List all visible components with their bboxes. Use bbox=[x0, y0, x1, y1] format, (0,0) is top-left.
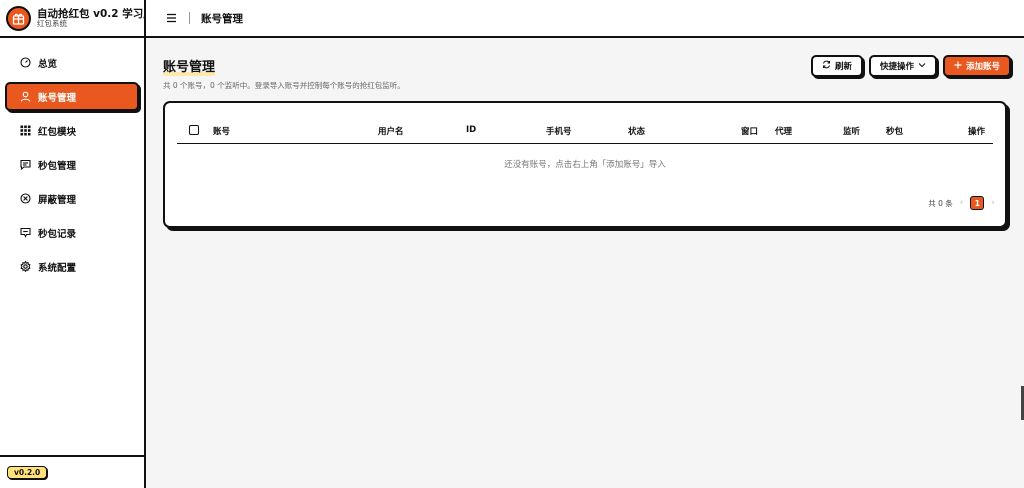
page-title: 账号管理 bbox=[163, 56, 216, 76]
column-header-phone[interactable]: 手机号 bbox=[546, 125, 572, 137]
dashboard-icon bbox=[20, 57, 31, 68]
refresh-button[interactable]: 刷新 bbox=[810, 55, 863, 77]
refresh-button-label: 刷新 bbox=[834, 62, 852, 72]
brand: 自动抢红包 v0.2 学习版 红包系统 bbox=[0, 0, 154, 38]
select-all-checkbox[interactable] bbox=[189, 125, 199, 135]
sidebar-nav: 总览 账号管理 红包模块 秒包管理 屏蔽管理 秒包记录 系统配置 bbox=[0, 38, 144, 281]
page-description: 共 0 个账号，0 个监听中。登录导入账号并控制每个账号的抢红包监听。 bbox=[163, 81, 405, 90]
table-empty-state: 还没有账号，点击右上角「添加账号」导入 bbox=[504, 160, 666, 170]
user-icon bbox=[20, 91, 31, 102]
app-title: 自动抢红包 v0.2 学习版 bbox=[37, 7, 154, 20]
column-header-status[interactable]: 状态 bbox=[628, 125, 645, 137]
add-account-button[interactable]: 添加账号 bbox=[942, 55, 1011, 77]
column-header-account[interactable]: 账号 bbox=[213, 125, 230, 137]
main-content: 账号管理 共 0 个账号，0 个监听中。登录导入账号并控制每个账号的抢红包监听。… bbox=[146, 38, 1024, 488]
app-subtitle: 红包系统 bbox=[37, 18, 67, 28]
sidebar-footer: v0.2.0 bbox=[0, 455, 144, 488]
quick-actions-dropdown[interactable]: 快捷操作 bbox=[868, 55, 937, 77]
sidebar-item-accounts[interactable]: 账号管理 bbox=[5, 82, 139, 111]
block-icon bbox=[20, 193, 31, 204]
gear-icon bbox=[20, 261, 31, 272]
sidebar-item-block[interactable]: 屏蔽管理 bbox=[5, 184, 139, 213]
accounts-table-card: 账号 用户名 ID 手机号 状态 窗口 代理 监听 秒包 操作 还没有账号，点击… bbox=[163, 101, 1007, 228]
menu-toggle-icon[interactable] bbox=[166, 13, 178, 23]
sidebar-item-label: 秒包管理 bbox=[38, 160, 77, 172]
column-header-username[interactable]: 用户名 bbox=[378, 125, 404, 137]
message-icon bbox=[20, 159, 31, 170]
sidebar-item-redpacket[interactable]: 红包模块 bbox=[5, 116, 139, 145]
sidebar-item-label: 秒包记录 bbox=[38, 228, 77, 240]
sidebar-item-instant[interactable]: 秒包管理 bbox=[5, 150, 139, 179]
refresh-icon bbox=[822, 60, 831, 72]
version-badge: v0.2.0 bbox=[7, 466, 48, 479]
table-header: 账号 用户名 ID 手机号 状态 窗口 代理 监听 秒包 操作 bbox=[177, 117, 993, 144]
column-header-proxy[interactable]: 代理 bbox=[775, 125, 792, 137]
sidebar-item-overview[interactable]: 总览 bbox=[5, 48, 139, 77]
column-header-window[interactable]: 窗口 bbox=[741, 125, 758, 137]
gift-logo-icon bbox=[6, 5, 31, 31]
sidebar-item-settings[interactable]: 系统配置 bbox=[5, 252, 139, 281]
add-account-label: 添加账号 bbox=[965, 62, 1000, 72]
sidebar-item-label: 总览 bbox=[38, 58, 58, 70]
header-title: 账号管理 bbox=[201, 12, 243, 25]
pagination: 共 0 条 ‹ 1 › bbox=[928, 196, 995, 210]
page-header: 账号管理 共 0 个账号，0 个监听中。登录导入账号并控制每个账号的抢红包监听。 bbox=[163, 56, 405, 91]
plus-icon bbox=[954, 61, 962, 72]
column-header-actions[interactable]: 操作 bbox=[968, 125, 985, 137]
column-header-id[interactable]: ID bbox=[466, 125, 476, 135]
column-header-listen[interactable]: 监听 bbox=[843, 125, 860, 137]
header-divider bbox=[189, 12, 190, 24]
sidebar: 自动抢红包 v0.2 学习版 红包系统 总览 账号管理 红包模块 秒包管理 屏蔽… bbox=[0, 0, 154, 488]
chevron-down-icon bbox=[918, 61, 926, 71]
prev-page-icon[interactable]: ‹ bbox=[960, 198, 964, 208]
page-actions: 刷新 快捷操作 添加账号 bbox=[810, 55, 1011, 77]
sidebar-item-label: 红包模块 bbox=[38, 126, 77, 138]
sidebar-item-records[interactable]: 秒包记录 bbox=[5, 218, 139, 247]
topbar: 账号管理 bbox=[146, 0, 1024, 38]
sidebar-item-label: 屏蔽管理 bbox=[38, 194, 77, 206]
sidebar-item-label: 系统配置 bbox=[38, 262, 77, 274]
sidebar-item-label: 账号管理 bbox=[38, 92, 77, 104]
page-number-button[interactable]: 1 bbox=[970, 196, 985, 210]
pagination-total: 共 0 条 bbox=[928, 198, 953, 208]
next-page-icon[interactable]: › bbox=[991, 198, 995, 208]
record-icon bbox=[20, 227, 31, 238]
quick-actions-label: 快捷操作 bbox=[879, 62, 914, 72]
grid-icon bbox=[20, 125, 31, 136]
column-header-instant[interactable]: 秒包 bbox=[886, 125, 903, 137]
